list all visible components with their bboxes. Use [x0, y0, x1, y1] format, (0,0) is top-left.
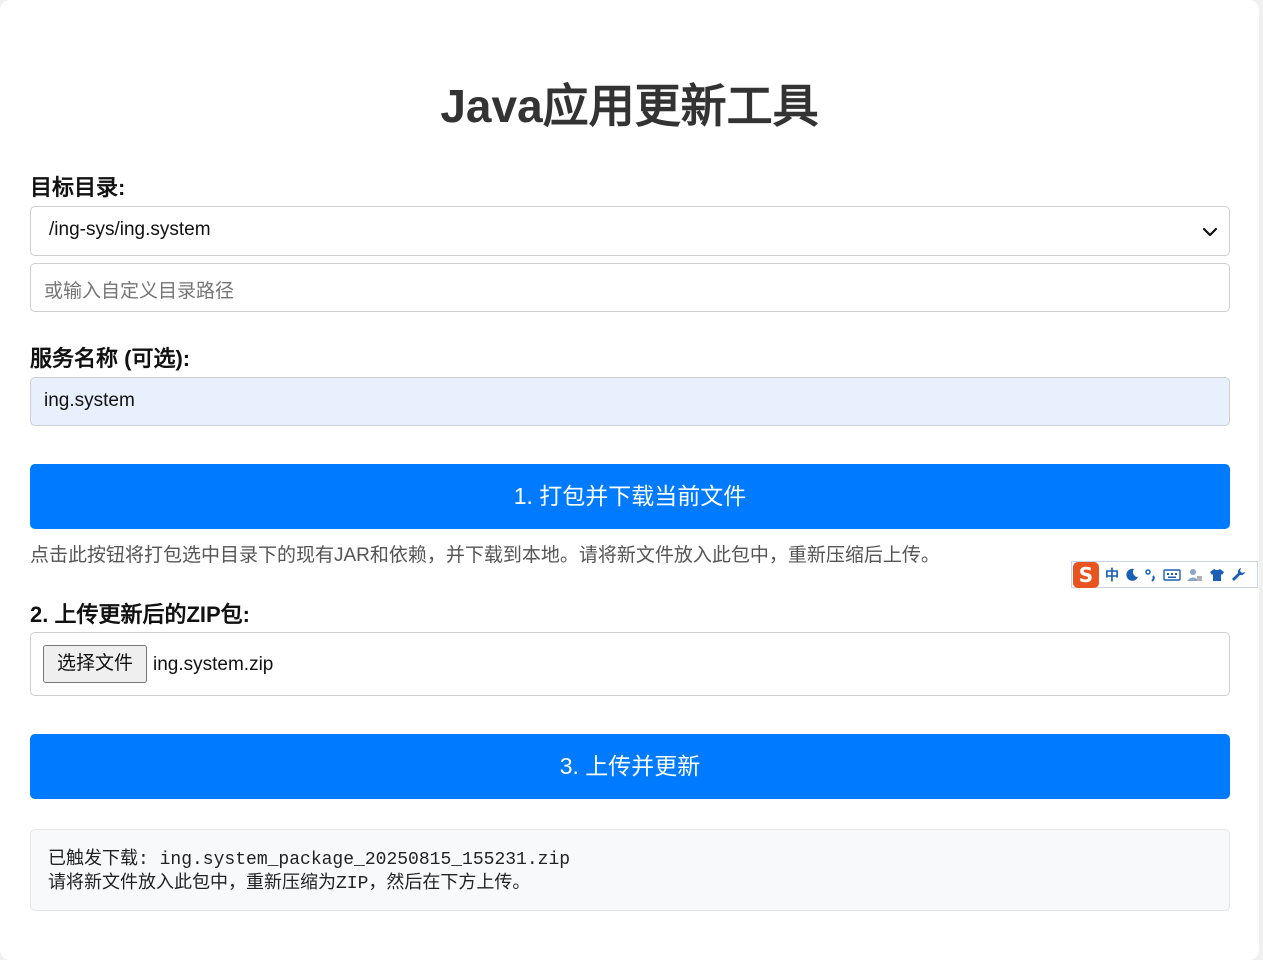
target-dir-label: 目标目录:: [30, 175, 126, 200]
package-download-button[interactable]: 1. 打包并下载当前文件: [30, 464, 1230, 529]
selected-file-name: ing.system.zip: [153, 654, 274, 675]
custom-dir-input[interactable]: 或输入自定义目录路径: [30, 263, 1230, 312]
service-name-label: 服务名称 (可选):: [30, 346, 191, 371]
ime-mode-toggle[interactable]: 中: [1105, 565, 1119, 585]
target-dir-selected-value: /ing-sys/ing.system: [49, 219, 211, 240]
choose-file-button[interactable]: 选择文件: [43, 645, 147, 683]
main-card: Java应用更新工具 目标目录: /ing-sys/ing.system 或输入…: [0, 0, 1259, 960]
ime-logo-icon[interactable]: S: [1073, 561, 1099, 588]
upload-update-button[interactable]: 3. 上传并更新: [30, 734, 1230, 799]
skin-shirt-icon[interactable]: [1209, 568, 1225, 582]
log-line: 请将新文件放入此包中，重新压缩为ZIP，然后在下方上传。: [48, 874, 531, 894]
upload-zip-label: 2. 上传更新后的ZIP包:: [30, 602, 251, 627]
service-name-value: ing.system: [44, 390, 135, 411]
punctuation-icon[interactable]: [1145, 568, 1157, 582]
target-dir-select[interactable]: /ing-sys/ing.system: [30, 206, 1230, 256]
custom-dir-placeholder: 或输入自定义目录路径: [44, 281, 235, 302]
status-log: 已触发下载: ing.system_package_20250815_15523…: [30, 829, 1230, 911]
page-title: Java应用更新工具: [440, 80, 819, 132]
user-icon[interactable]: [1187, 568, 1203, 582]
log-line: 已触发下载: ing.system_package_20250815_15523…: [48, 850, 571, 870]
settings-wrench-icon[interactable]: [1231, 567, 1246, 582]
chevron-down-icon: [1202, 227, 1218, 237]
service-name-input[interactable]: ing.system: [30, 377, 1230, 426]
ime-toolbar[interactable]: S 中: [1071, 561, 1258, 588]
package-hint-text: 点击此按钮将打包选中目录下的现有JAR和依赖，并下载到本地。请将新文件放入此包中…: [30, 545, 940, 566]
keyboard-icon[interactable]: [1163, 568, 1181, 581]
moon-icon[interactable]: [1125, 568, 1139, 582]
zip-file-input[interactable]: 选择文件 ing.system.zip: [30, 632, 1230, 696]
